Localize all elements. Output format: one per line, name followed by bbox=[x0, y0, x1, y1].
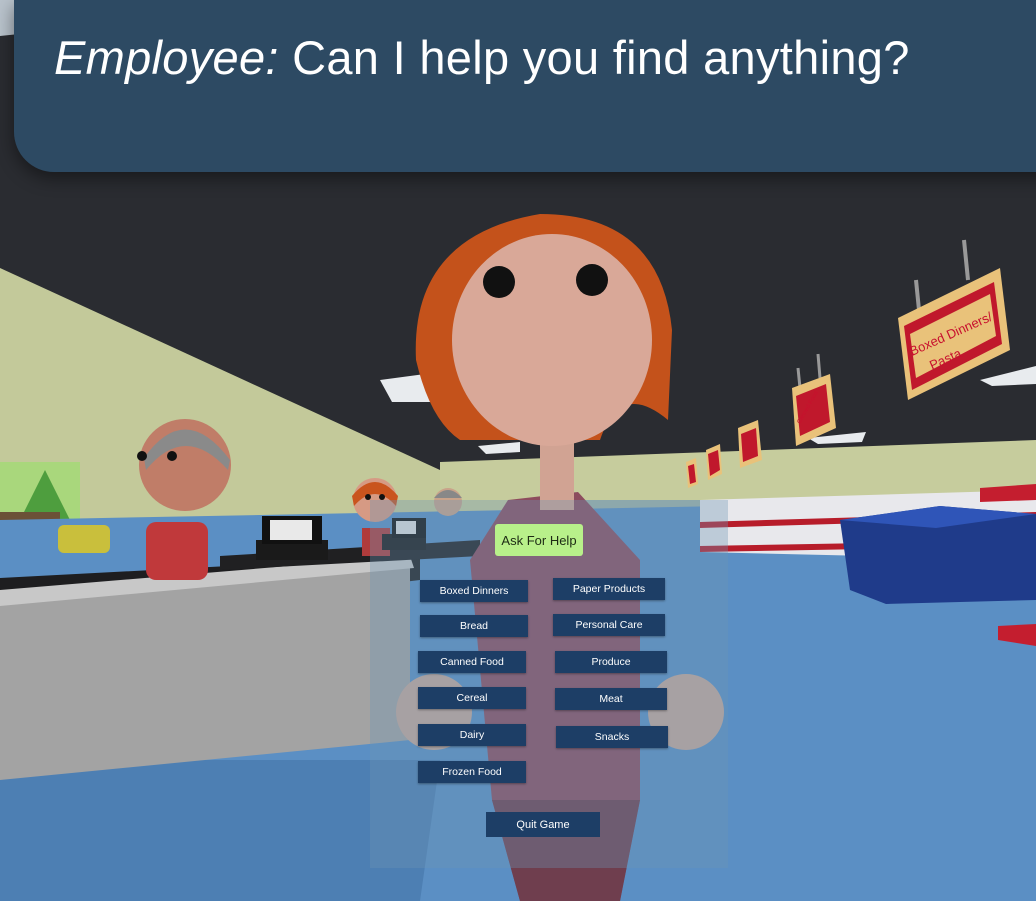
dialog-box: Employee: Can I help you find anything? bbox=[14, 0, 1036, 172]
category-button-canned-food[interactable]: Canned Food bbox=[418, 651, 526, 673]
category-button-personal-care[interactable]: Personal Care bbox=[553, 614, 665, 636]
category-button-produce[interactable]: Produce bbox=[555, 651, 667, 673]
category-button-dairy[interactable]: Dairy bbox=[418, 724, 526, 746]
ask-for-help-button[interactable]: Ask For Help bbox=[495, 524, 583, 556]
category-button-frozen-food[interactable]: Frozen Food bbox=[418, 761, 526, 783]
employee-left-eye bbox=[483, 266, 515, 298]
dialog-speaker: Employee: bbox=[54, 31, 279, 84]
category-button-bread[interactable]: Bread bbox=[420, 615, 528, 637]
category-button-meat[interactable]: Meat bbox=[555, 688, 667, 710]
dialog-text: Employee: Can I help you find anything? bbox=[54, 30, 910, 85]
dialog-message: Can I help you find anything? bbox=[292, 31, 910, 84]
category-button-snacks[interactable]: Snacks bbox=[556, 726, 668, 748]
category-button-paper-products[interactable]: Paper Products bbox=[553, 578, 665, 600]
employee-face bbox=[452, 234, 652, 446]
category-button-cereal[interactable]: Cereal bbox=[418, 687, 526, 709]
quit-game-button[interactable]: Quit Game bbox=[486, 812, 600, 837]
employee-right-eye bbox=[576, 264, 608, 296]
category-button-boxed-dinners[interactable]: Boxed Dinners bbox=[420, 580, 528, 602]
